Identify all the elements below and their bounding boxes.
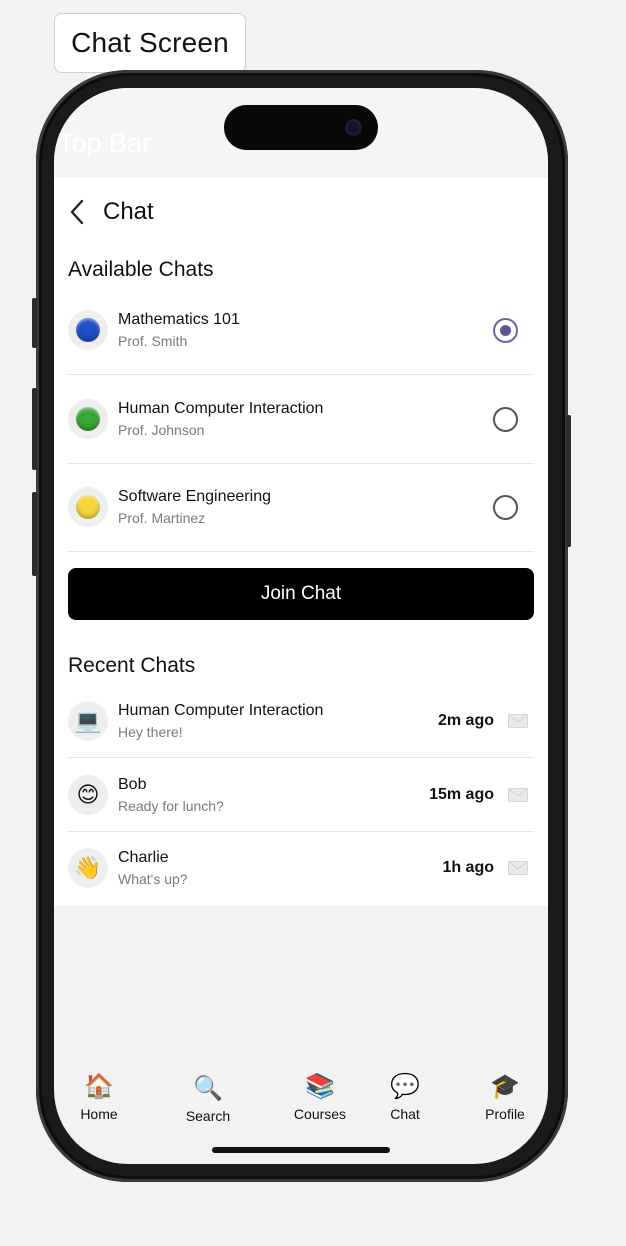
top-bar-label: Top Bar — [58, 128, 152, 158]
frame-label: Chat Screen — [54, 13, 246, 73]
tab-label: Search — [185, 1108, 231, 1124]
page-header: Chat — [68, 192, 154, 232]
action-button — [32, 298, 37, 348]
tab-label: Home — [80, 1106, 118, 1122]
tab-courses[interactable]: 📚 Courses — [280, 1072, 360, 1122]
smile-icon: 😊 — [68, 774, 108, 815]
magnifier-icon: 🔍 — [193, 1075, 223, 1102]
select-radio[interactable] — [493, 406, 518, 432]
course-name: Software Engineering — [118, 488, 271, 505]
instructor-name: Prof. Smith — [118, 333, 188, 349]
tab-home[interactable]: 🏠 Home — [59, 1072, 139, 1122]
house-icon: 🏠 — [84, 1073, 114, 1100]
join-chat-button[interactable]: Join Chat — [68, 568, 534, 620]
instructor-name: Prof. Johnson — [118, 422, 205, 438]
tab-label: Profile — [485, 1106, 525, 1122]
chat-texts: Mathematics 101 Prof. Smith — [118, 309, 493, 351]
recent-chat-row[interactable]: 👋 Charlie What's up? 1h ago — [68, 831, 534, 905]
chat-preview: Hey there! — [118, 723, 183, 740]
screen: Top Bar Chat Available Chats Mathematics… — [54, 88, 548, 1164]
chat-texts: Charlie What's up? — [118, 847, 442, 889]
available-chat-row[interactable]: Human Computer Interaction Prof. Johnson — [68, 375, 534, 464]
chat-name: Charlie — [118, 849, 169, 866]
select-radio[interactable] — [493, 317, 518, 343]
power-button — [566, 415, 571, 547]
volume-up-button — [32, 388, 37, 470]
course-avatar — [68, 310, 108, 350]
chat-texts: Software Engineering Prof. Martinez — [118, 486, 493, 528]
course-color-dot — [76, 318, 100, 342]
chat-time: 1h ago — [442, 859, 494, 876]
tab-label: Courses — [293, 1106, 347, 1122]
available-chat-row[interactable]: Mathematics 101 Prof. Smith — [68, 286, 534, 375]
wave-icon: 👋 — [68, 848, 108, 888]
chat-texts: Bob Ready for lunch? — [118, 774, 429, 816]
instructor-name: Prof. Martinez — [118, 510, 206, 526]
select-radio[interactable] — [493, 494, 518, 520]
tab-label: Chat — [390, 1106, 420, 1122]
home-indicator[interactable] — [212, 1147, 390, 1153]
envelope-icon — [508, 713, 528, 728]
course-avatar — [68, 487, 108, 527]
tab-search[interactable]: 🔍 Search — [168, 1074, 248, 1124]
camera-icon — [345, 119, 362, 136]
chat-name: Bob — [118, 775, 147, 793]
recent-chat-row[interactable]: 😊 Bob Ready for lunch? 15m ago — [68, 758, 534, 832]
envelope-icon — [508, 861, 528, 875]
books-icon: 📚 — [305, 1073, 335, 1100]
chat-preview: What's up? — [118, 871, 188, 887]
radio-dot — [500, 324, 511, 336]
available-chat-row[interactable]: Software Engineering Prof. Martinez — [68, 463, 534, 552]
recent-chat-row[interactable]: 💻 Human Computer Interaction Hey there! 2m … — [68, 684, 534, 758]
tab-profile[interactable]: 🎓 Profile — [465, 1072, 545, 1122]
dynamic-island — [224, 105, 378, 150]
chat-texts: Human Computer Interaction Prof. Johnson — [118, 398, 493, 440]
chat-preview: Ready for lunch? — [118, 797, 224, 814]
chat-time: 15m ago — [429, 785, 494, 803]
tab-bar: 🏠 Home 🔍 Search 📚 Courses 💬 Chat 🎓 Profile — [54, 1072, 548, 1132]
available-chats-heading: Available Chats — [68, 258, 214, 281]
graduation-cap-icon: 🎓 — [490, 1073, 520, 1100]
recent-chats-heading: Recent Chats — [68, 654, 196, 677]
speech-bubble-icon: 💬 — [390, 1073, 420, 1100]
chat-name: Human Computer Interaction — [118, 701, 324, 719]
course-name: Mathematics 101 — [118, 311, 240, 328]
volume-down-button — [32, 492, 37, 576]
course-color-dot — [76, 407, 100, 431]
chevron-left-icon — [70, 199, 84, 225]
page-title: Chat — [103, 198, 154, 225]
course-avatar — [68, 399, 108, 439]
course-color-dot — [76, 495, 100, 519]
envelope-icon — [508, 787, 528, 802]
course-name: Human Computer Interaction — [118, 400, 324, 417]
back-button[interactable] — [68, 197, 94, 227]
chat-texts: Human Computer Interaction Hey there! — [118, 700, 438, 742]
chat-time: 2m ago — [437, 711, 494, 729]
laptop-icon: 💻 — [68, 700, 108, 741]
tab-chat[interactable]: 💬 Chat — [365, 1072, 445, 1122]
